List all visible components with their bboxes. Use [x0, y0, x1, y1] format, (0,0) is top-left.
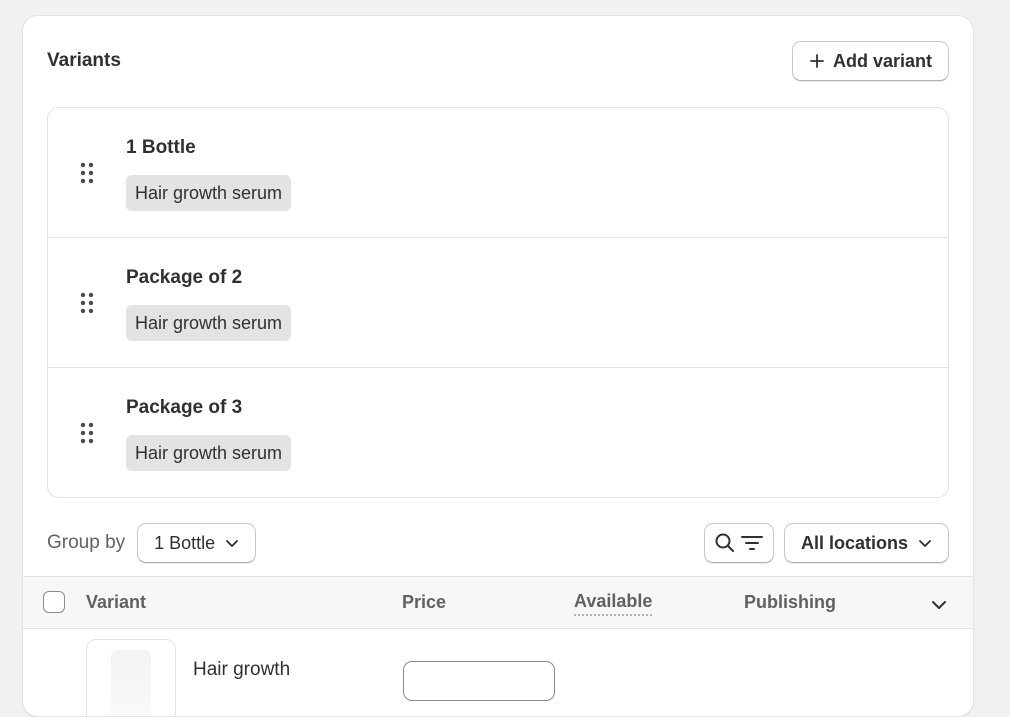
table-row[interactable]: Hair growth [23, 629, 973, 716]
column-header-available[interactable]: Available [574, 591, 653, 616]
variant-tag: Hair growth serum [126, 435, 292, 471]
drag-handle-icon[interactable] [80, 162, 94, 184]
variants-card: Variants Add variant 1 Bottle Hair growt… [22, 15, 974, 717]
group-by-value: 1 Bottle [154, 532, 216, 553]
group-by-select[interactable]: 1 Bottle [137, 523, 257, 563]
variant-row[interactable]: Package of 2 Hair growth serum [48, 238, 948, 368]
variant-row[interactable]: 1 Bottle Hair growth serum [48, 108, 948, 238]
row-variant-name[interactable]: Hair growth [193, 659, 303, 681]
group-by-label: Group by [47, 532, 126, 553]
variant-row[interactable]: Package of 3 Hair growth serum [48, 368, 948, 497]
locations-value: All locations [800, 532, 908, 553]
variant-name: Package of 3 [126, 397, 243, 418]
product-thumbnail [86, 639, 176, 716]
drag-handle-icon[interactable] [80, 422, 94, 444]
chevron-down-icon [919, 540, 931, 547]
add-variant-label: Add variant [832, 50, 932, 71]
variant-tag: Hair growth serum [126, 175, 292, 211]
drag-handle-icon[interactable] [80, 292, 94, 314]
variant-list: 1 Bottle Hair growth serum Package of 2 … [47, 107, 949, 498]
bottle-image [111, 650, 151, 716]
price-input[interactable] [403, 661, 555, 701]
plus-icon [810, 54, 824, 68]
variant-tag: Hair growth serum [126, 305, 292, 341]
search-icon [715, 533, 734, 552]
card-header: Variants Add variant [47, 40, 949, 82]
search-filter-button[interactable] [703, 523, 774, 563]
variant-name: 1 Bottle [126, 137, 196, 158]
add-variant-button[interactable]: Add variant [791, 41, 949, 81]
table-toolbar: Group by 1 Bottle All locations [47, 522, 949, 564]
column-header-price[interactable]: Price [402, 592, 446, 613]
column-header-publishing[interactable]: Publishing [744, 592, 836, 613]
locations-select[interactable]: All locations [783, 523, 949, 563]
card-title: Variants [47, 50, 121, 71]
filter-icon [740, 536, 763, 550]
select-all-checkbox[interactable] [43, 591, 65, 613]
table-header: Variant Price Available Publishing [23, 576, 973, 629]
chevron-down-icon [226, 540, 239, 547]
variant-name: Package of 2 [126, 267, 243, 288]
chevron-down-icon[interactable] [929, 595, 949, 615]
column-header-variant[interactable]: Variant [86, 592, 146, 613]
